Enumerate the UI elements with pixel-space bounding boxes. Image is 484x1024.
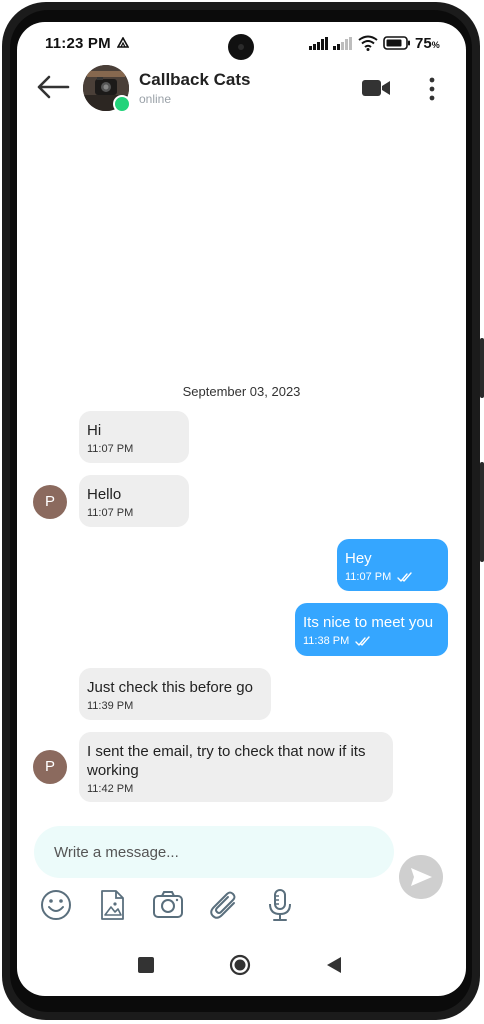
message-bubble-outgoing[interactable]: Hey 11:07 PM	[337, 539, 448, 591]
phone-device: 11:23 PM 75% Callback Cats online Septem…	[0, 0, 484, 1024]
contact-status: online	[139, 92, 172, 106]
message-bubble-incoming[interactable]: Hello 11:07 PM	[79, 475, 189, 527]
message-time: 11:38 PM	[303, 635, 350, 647]
wifi-icon	[358, 35, 378, 51]
home-icon[interactable]	[229, 954, 251, 976]
read-receipt-icon	[397, 572, 412, 582]
send-icon[interactable]	[399, 855, 443, 899]
attachment-icon[interactable]	[207, 888, 241, 922]
recent-apps-icon[interactable]	[138, 957, 154, 973]
contact-name[interactable]: Callback Cats	[139, 70, 251, 90]
message-time: 11:07 PM	[87, 443, 134, 455]
front-camera	[228, 34, 254, 60]
drive-icon	[117, 37, 129, 48]
volume-button	[480, 338, 484, 398]
battery-icon	[383, 36, 410, 50]
message-time: 11:39 PM	[87, 700, 134, 712]
emoji-icon[interactable]	[39, 888, 73, 922]
phone-screen: 11:23 PM 75% Callback Cats online Septem…	[17, 22, 466, 996]
message-time: 11:07 PM	[345, 571, 392, 583]
video-call-icon[interactable]	[361, 78, 391, 98]
message-bubble-incoming[interactable]: Just check this before go 11:39 PM	[79, 668, 271, 720]
back-arrow-icon[interactable]	[35, 72, 71, 102]
message-time: 11:07 PM	[87, 507, 134, 519]
status-bar: 11:23 PM 75%	[17, 22, 466, 66]
image-file-icon[interactable]	[95, 888, 129, 922]
message-text: Hello	[87, 486, 122, 503]
sender-avatar[interactable]: P	[33, 750, 67, 784]
date-separator: September 03, 2023	[182, 384, 301, 399]
more-options-icon[interactable]	[423, 76, 441, 102]
signal-icon	[309, 37, 328, 50]
microphone-icon[interactable]	[263, 888, 297, 922]
back-nav-icon[interactable]	[326, 956, 342, 974]
message-text: Just check this before go	[87, 679, 253, 696]
read-receipt-icon	[355, 636, 370, 646]
power-button	[480, 462, 484, 562]
message-bubble-incoming[interactable]: I sent the email, try to check that now …	[79, 732, 393, 802]
online-indicator	[113, 95, 131, 113]
message-text: I sent the email, try to check that now …	[87, 743, 366, 779]
message-bubble-incoming[interactable]: Hi 11:07 PM	[79, 411, 189, 463]
message-text: Hi	[87, 422, 102, 439]
message-text: Hey	[345, 550, 372, 567]
sender-avatar[interactable]: P	[33, 485, 67, 519]
message-text: Its nice to meet you	[303, 614, 434, 631]
contact-avatar[interactable]	[83, 65, 131, 113]
battery-level: 75%	[415, 35, 440, 52]
status-time: 11:23 PM	[45, 35, 111, 52]
system-nav-bar	[17, 950, 466, 990]
message-input[interactable]	[34, 826, 394, 878]
signal-weak-icon	[333, 37, 352, 50]
chat-header: Callback Cats online	[17, 62, 466, 132]
message-time: 11:42 PM	[87, 783, 134, 795]
camera-icon[interactable]	[151, 888, 185, 922]
message-bubble-outgoing[interactable]: Its nice to meet you 11:38 PM	[295, 603, 448, 656]
